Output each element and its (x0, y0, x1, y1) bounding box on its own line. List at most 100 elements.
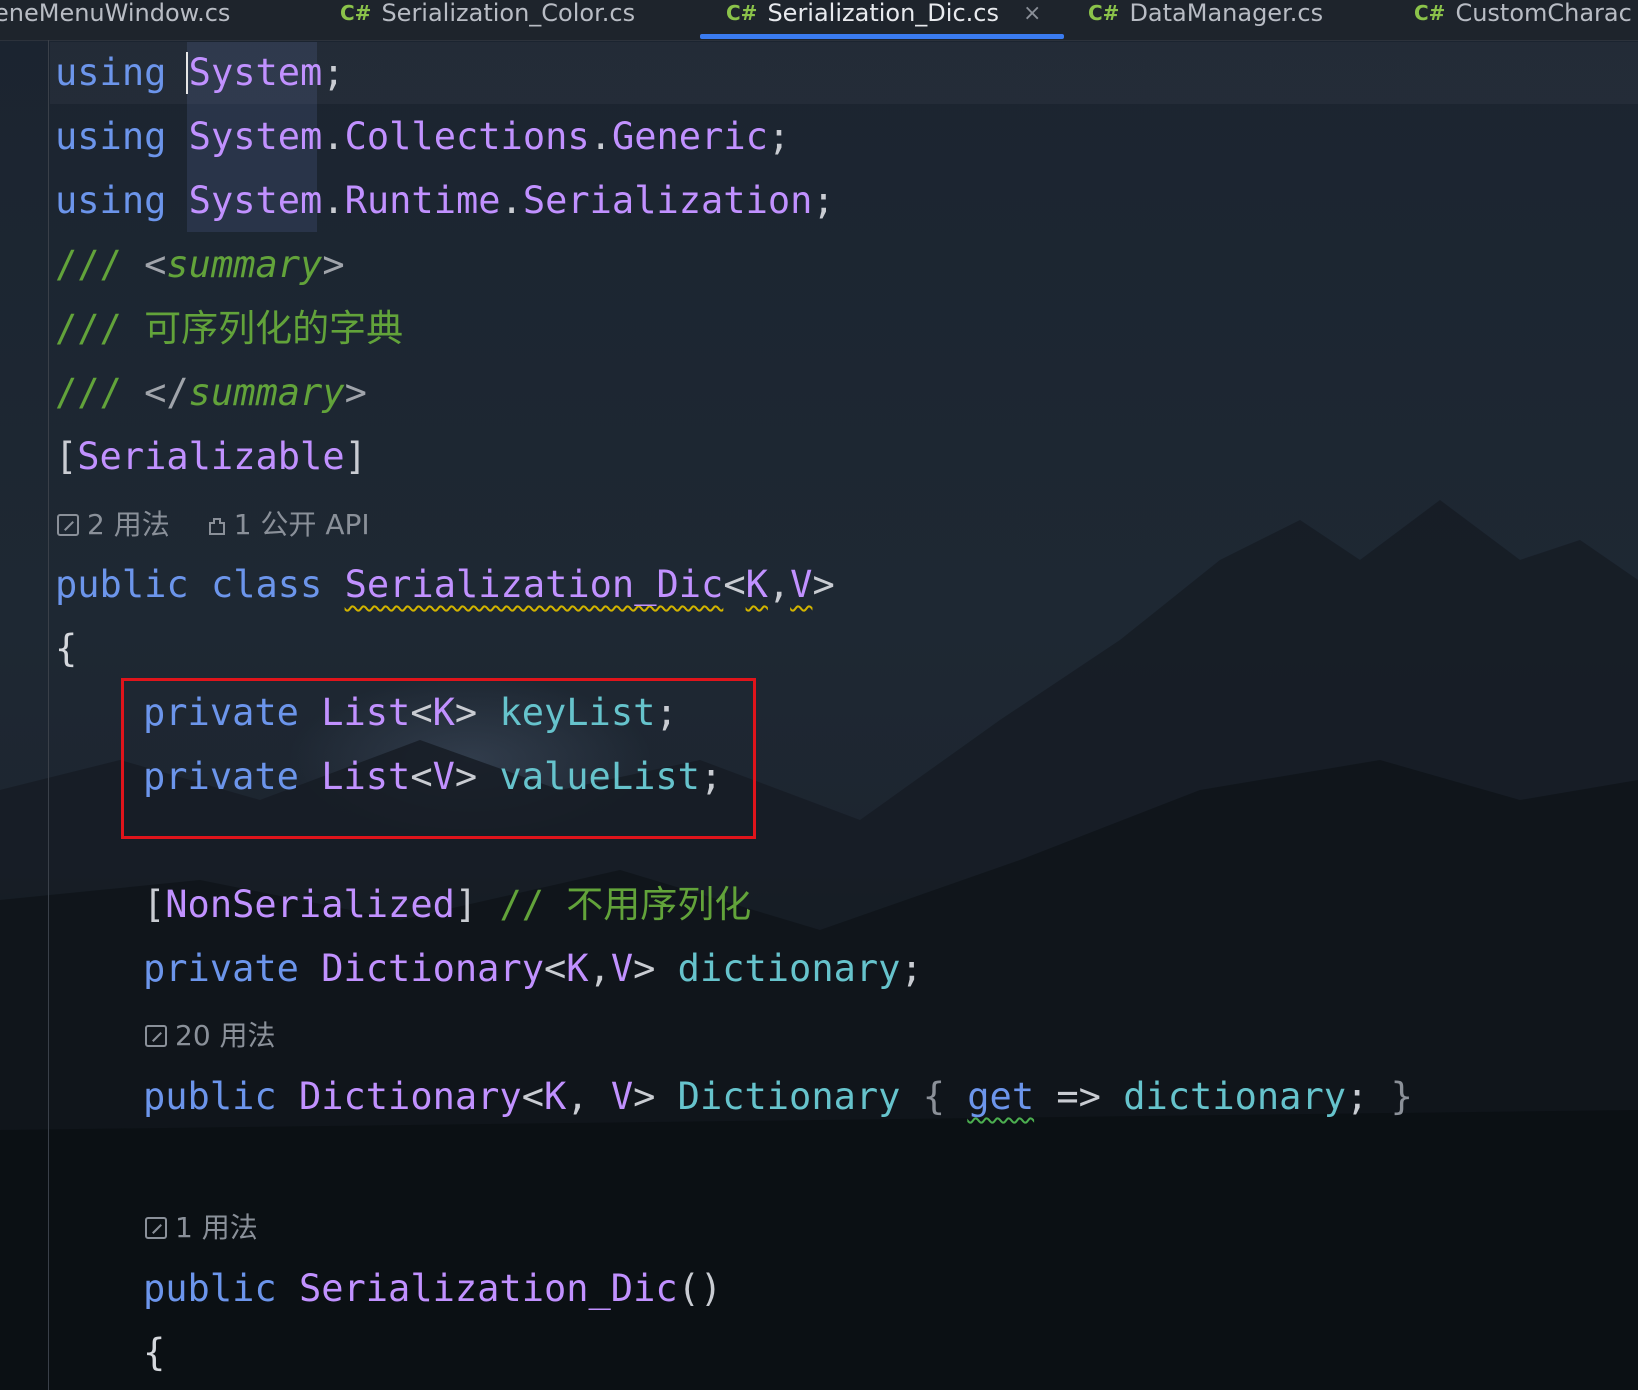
accessor-keyword: get (967, 1075, 1035, 1118)
namespace: Runtime (344, 179, 501, 222)
namespace: Generic (611, 115, 768, 158)
keyword: using (55, 115, 167, 158)
property-name: Dictionary (677, 1075, 901, 1118)
type-parameter: V (790, 563, 813, 606)
usages-count: 1 用法 (175, 1211, 258, 1244)
punctuation: ; (767, 115, 791, 158)
code-line[interactable]: public Serialization_Dic() (143, 1265, 722, 1313)
punctuation: > (812, 563, 835, 606)
type-name: Dictionary (298, 1075, 522, 1118)
punctuation: () (677, 1267, 723, 1310)
code-line[interactable]: [NonSerialized] // 不用序列化 (143, 881, 751, 929)
usages-icon (145, 1217, 167, 1239)
code-line[interactable]: private Dictionary<K,V> dictionary; (143, 945, 923, 993)
attribute: Serializable (77, 435, 345, 478)
text-caret (186, 52, 188, 94)
punctuation: , (588, 947, 611, 990)
doc-comment-slashes: /// (55, 307, 122, 350)
field-name: dictionary (1123, 1075, 1346, 1118)
keyword: class (210, 563, 323, 606)
usages-icon (57, 514, 79, 536)
annotation-highlight-box (121, 678, 756, 839)
usage-hint[interactable]: 1 用法 (145, 1210, 258, 1246)
public-api-count: 1 公开 API (233, 508, 370, 541)
type-parameter: K (543, 1075, 567, 1118)
field-name: dictionary (677, 947, 901, 990)
usages-icon (145, 1025, 167, 1047)
doc-tag: summary (188, 371, 345, 414)
open-brace: { (55, 627, 78, 670)
constructor-name: Serialization_Dic (298, 1267, 678, 1310)
code-line[interactable]: { (55, 625, 77, 673)
code-line[interactable]: public Dictionary<K, V> Dictionary { get… (143, 1073, 1413, 1121)
arrow-operator: => (1056, 1075, 1101, 1118)
type-parameter: V (610, 947, 634, 990)
open-brace: { (922, 1075, 945, 1118)
tab-data-manager[interactable]: C# DataManager.cs (1088, 0, 1323, 38)
punctuation: , (767, 563, 791, 606)
punctuation: ; (322, 51, 345, 94)
code-line[interactable]: public class Serialization_Dic<K,V> (55, 561, 835, 609)
punctuation: < (543, 947, 567, 990)
punctuation: ] (454, 883, 478, 926)
tab-scene-menu-window[interactable]: eneMenuWindow.cs (0, 0, 230, 38)
editor-tab-bar: eneMenuWindow.cs C# Serialization_Color.… (0, 0, 1638, 41)
code-line[interactable]: using System; (55, 49, 345, 97)
tab-serialization-dic[interactable]: C# Serialization_Dic.cs × (726, 0, 1041, 38)
csharp-file-icon: C# (340, 1, 372, 25)
usage-hint[interactable]: 2 用法 1 公开 API (57, 507, 370, 543)
indent-guide (48, 40, 49, 1390)
tab-custom-character[interactable]: C# CustomCharac (1414, 0, 1632, 38)
doc-bracket: > (344, 371, 367, 414)
tab-serialization-color[interactable]: C# Serialization_Color.cs (340, 0, 635, 38)
attribute: NonSerialized (165, 883, 455, 926)
usages-count: 2 用法 (87, 508, 170, 541)
open-brace: { (143, 1331, 166, 1374)
code-line[interactable]: /// 可序列化的字典 (55, 305, 403, 353)
type-parameter: K (745, 563, 768, 606)
code-line[interactable]: /// </summary> (55, 369, 367, 417)
close-icon[interactable]: × (1023, 1, 1041, 26)
punctuation: [ (55, 435, 78, 478)
usage-hint[interactable]: 20 用法 (145, 1018, 276, 1054)
keyword: private (143, 947, 299, 990)
usages-count: 20 用法 (175, 1019, 276, 1052)
active-tab-indicator (700, 34, 1064, 39)
punctuation: < (723, 563, 746, 606)
punctuation: [ (143, 883, 166, 926)
keyword: public (55, 563, 189, 606)
code-line[interactable]: [Serializable] (55, 433, 367, 481)
namespace: Collections (344, 115, 590, 158)
code-line[interactable]: using System.Collections.Generic; (55, 113, 790, 161)
punctuation: ] (344, 435, 367, 478)
tab-label: CustomCharac (1455, 0, 1632, 27)
doc-tag: summary (166, 243, 323, 286)
punctuation: . (322, 115, 345, 158)
close-brace: } (1390, 1075, 1413, 1118)
doc-comment-text: 可序列化的字典 (144, 307, 404, 350)
keyword: using (55, 179, 167, 222)
tab-label: Serialization_Dic.cs (767, 0, 999, 27)
punctuation: . (589, 115, 612, 158)
namespace: System (188, 51, 323, 94)
punctuation: , (566, 1075, 611, 1118)
type-name: Dictionary (321, 947, 544, 990)
tab-label: eneMenuWindow.cs (0, 0, 231, 27)
keyword: public (143, 1267, 277, 1310)
tab-label: Serialization_Color.cs (381, 0, 636, 27)
code-line[interactable]: { (143, 1329, 165, 1377)
punctuation: > (633, 1075, 656, 1118)
code-line[interactable]: using System.Runtime.Serialization; (55, 177, 835, 225)
class-name: Serialization_Dic (344, 563, 724, 606)
punctuation: > (633, 947, 656, 990)
code-line[interactable]: /// <summary> (55, 241, 345, 289)
type-parameter: K (566, 947, 589, 990)
doc-bracket: </ (144, 371, 189, 414)
public-api-icon (208, 518, 225, 535)
doc-bracket: > (322, 243, 345, 286)
doc-bracket: < (144, 243, 167, 286)
csharp-file-icon: C# (726, 1, 758, 25)
tab-label: DataManager.cs (1129, 0, 1324, 27)
namespace: System (188, 115, 323, 158)
punctuation: < (521, 1075, 544, 1118)
